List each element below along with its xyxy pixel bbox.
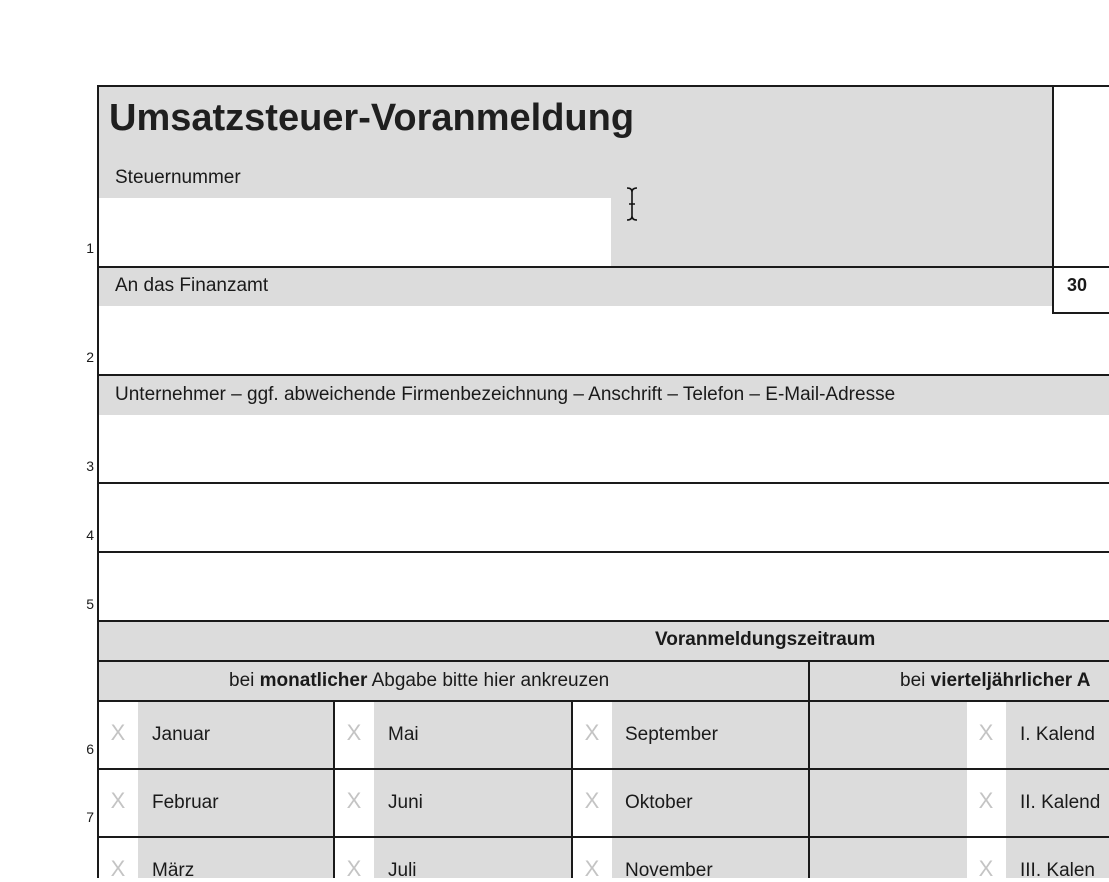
- ibeam-icon: [626, 187, 638, 221]
- month-label-november: November: [625, 860, 713, 881]
- box-30: 30: [1067, 275, 1088, 295]
- month-divider-1: [333, 700, 335, 878]
- unternehmer-line-4-input[interactable]: [99, 484, 1109, 551]
- row-number-4: 4: [86, 527, 94, 543]
- monthly-prefix: bei: [229, 670, 260, 691]
- unternehmer-line-3-input[interactable]: [99, 415, 1109, 482]
- form-frame: Umsatzsteuer-Voranmeldung Steuernummer A…: [97, 85, 1109, 881]
- steuernummer-input[interactable]: [99, 198, 611, 266]
- checkbox-september[interactable]: X: [574, 720, 610, 746]
- monthly-suffix: Abgabe bitte hier ankreuzen: [367, 670, 610, 691]
- unternehmer-line-5-input[interactable]: [99, 553, 1109, 620]
- checkbox-januar[interactable]: X: [100, 720, 136, 746]
- zeitraum-title-bar: [97, 622, 1109, 660]
- separator-line-8: [97, 768, 1109, 770]
- header-right-divider: [1052, 85, 1054, 314]
- month-label-oktober: Oktober: [625, 792, 693, 813]
- month-label-september: September: [625, 724, 718, 745]
- form-title: Umsatzsteuer-Voranmeldung: [109, 97, 635, 139]
- month-label-mai: Mai: [388, 724, 419, 745]
- row-number-7: 7: [86, 809, 94, 825]
- checkbox-quarter-3[interactable]: X: [968, 856, 1004, 882]
- quarterly-bold: vierteljährlicher A: [930, 670, 1091, 691]
- zeitraum-title: Voranmeldungszeitraum: [655, 629, 876, 650]
- checkbox-mai[interactable]: X: [336, 720, 372, 746]
- separator-line-7: [97, 700, 1109, 702]
- separator-line-9: [97, 836, 1109, 838]
- month-label-maerz: März: [152, 860, 195, 881]
- monthly-subheader: bei monatlicher Abgabe bitte hier ankreu…: [229, 670, 609, 692]
- text-cursor-icon: [624, 185, 640, 231]
- checkbox-quarter-1[interactable]: X: [968, 720, 1004, 746]
- quarterly-prefix: bei: [900, 670, 931, 691]
- checkbox-maerz[interactable]: X: [100, 856, 136, 882]
- checkbox-oktober[interactable]: X: [574, 788, 610, 814]
- checkbox-februar[interactable]: X: [100, 788, 136, 814]
- month-label-februar: Februar: [152, 792, 219, 813]
- row-number-6: 6: [86, 741, 94, 757]
- row-number-1: 1: [86, 240, 94, 256]
- quarter-label-1: I. Kalend: [1020, 724, 1095, 745]
- finanzamt-label: An das Finanzamt: [115, 275, 269, 296]
- steuernummer-label: Steuernummer: [115, 167, 241, 188]
- quarter-label-2: II. Kalend: [1020, 792, 1101, 813]
- row-number-5: 5: [86, 596, 94, 612]
- box-30-bottom: [1052, 312, 1109, 314]
- row-number-2: 2: [86, 349, 94, 365]
- month-divider-2: [571, 700, 573, 878]
- separator-line-6: [97, 660, 1109, 662]
- row-number-3: 3: [86, 458, 94, 474]
- separator-line-1: [97, 266, 1109, 268]
- separator-line-2: [97, 374, 1109, 376]
- month-label-januar: Januar: [152, 724, 211, 745]
- month-divider-3: [808, 660, 810, 878]
- month-label-juni: Juni: [388, 792, 423, 813]
- separator-line-4: [97, 551, 1109, 553]
- checkbox-juli[interactable]: X: [336, 856, 372, 882]
- quarterly-subheader: bei vierteljährlicher A: [900, 670, 1090, 692]
- finanzamt-input[interactable]: [99, 306, 1109, 374]
- checkbox-november[interactable]: X: [574, 856, 610, 882]
- unternehmer-label: Unternehmer – ggf. abweichende Firmenbez…: [115, 384, 896, 405]
- separator-line-5: [97, 620, 1109, 622]
- quarter-label-3: III. Kalen: [1020, 860, 1095, 881]
- monthly-bold: monatlicher: [259, 670, 368, 691]
- checkbox-juni[interactable]: X: [336, 788, 372, 814]
- checkbox-quarter-2[interactable]: X: [968, 788, 1004, 814]
- separator-line-3: [97, 482, 1109, 484]
- header-right-block: [1054, 85, 1109, 266]
- frame-top-border: [97, 85, 1109, 87]
- month-label-juli: Juli: [388, 860, 417, 881]
